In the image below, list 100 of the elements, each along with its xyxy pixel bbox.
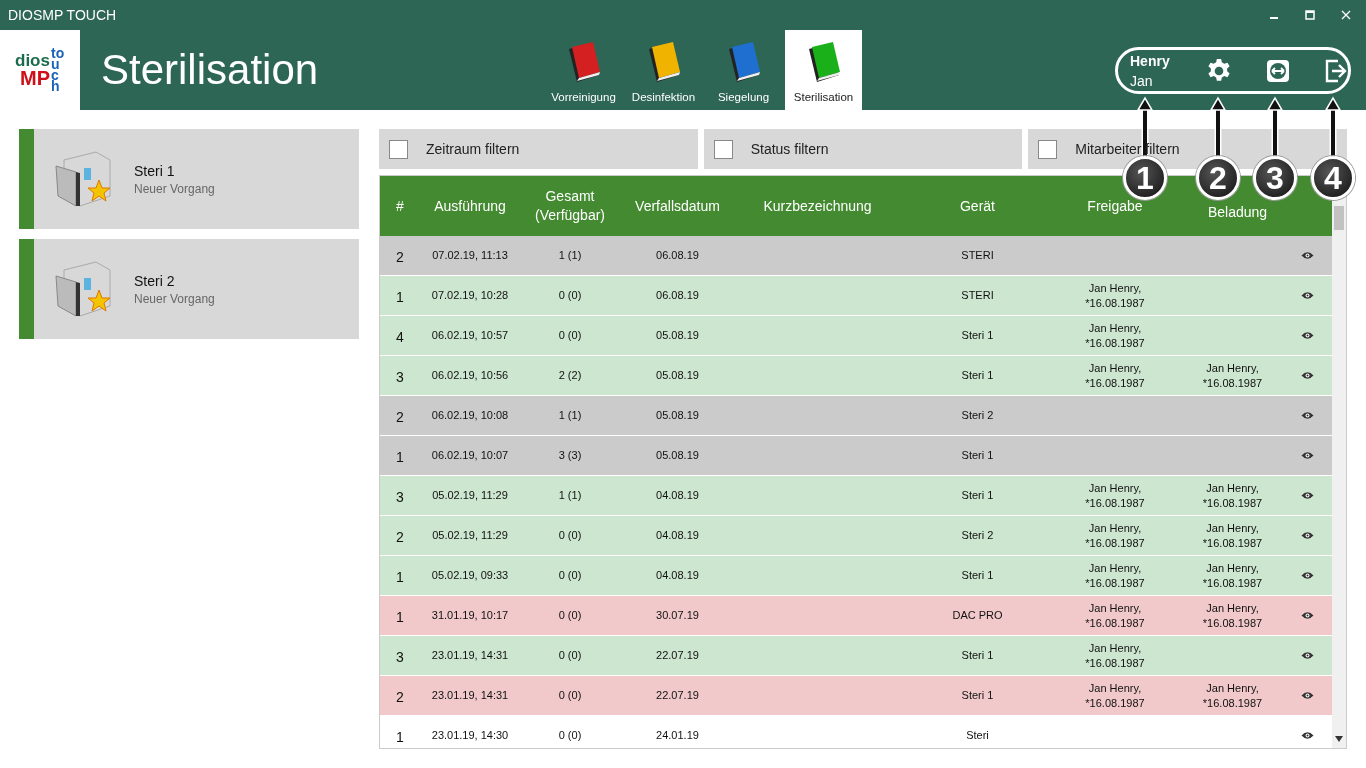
table-cell-text: 1 xyxy=(395,449,405,465)
column-header[interactable]: Kurzbezeichnung xyxy=(763,196,872,216)
table-cell-text: Jan Henry, *16.08.1987 xyxy=(1084,680,1146,711)
eye-icon[interactable] xyxy=(1301,611,1314,620)
table-cell-text: Jan Henry, *16.08.1987 xyxy=(1201,560,1264,591)
table-cell-text: Jan Henry, *16.08.1987 xyxy=(1084,560,1146,591)
module-tab[interactable]: Siegelung xyxy=(705,30,782,110)
table-cell-text: 3 xyxy=(395,489,405,505)
table-cell-text: Steri 1 xyxy=(960,568,995,583)
eye-icon[interactable] xyxy=(1301,291,1314,300)
table-cell-text: 23.01.19, 14:31 xyxy=(430,648,510,663)
table-cell-text: 2 xyxy=(395,409,405,425)
table-row[interactable]: 3 05.02.19, 11:29 1 (1) 04.08.19 Steri 1 Jan Henry, *16.08.1987 Jan Henry, *16.08.1987 xyxy=(380,476,1332,516)
filter-label: Zeitraum filtern xyxy=(426,141,520,157)
settings-icon[interactable] xyxy=(1206,57,1232,84)
scroll-down-icon[interactable] xyxy=(1335,736,1343,742)
checkbox[interactable] xyxy=(713,139,733,159)
eye-icon[interactable] xyxy=(1301,331,1314,340)
table-cell-text: Steri xyxy=(965,728,990,743)
table-cell-text: 3 xyxy=(395,649,405,665)
table-cell-text: 04.08.19 xyxy=(655,488,700,503)
column-header[interactable]: Ausführung xyxy=(434,196,506,216)
callout-arrow xyxy=(1209,96,1227,157)
table-cell-text: 0 (0) xyxy=(557,568,583,583)
logout-icon[interactable] xyxy=(1324,58,1348,83)
table-row[interactable]: 2 07.02.19, 11:13 1 (1) 06.08.19 STERI xyxy=(380,236,1332,276)
filter-label: Status filtern xyxy=(750,141,829,157)
table-cell-text: 3 (3) xyxy=(557,448,583,463)
module-tab[interactable]: Vorreinigung xyxy=(545,30,622,110)
column-header[interactable]: Gerät xyxy=(960,196,995,216)
eye-icon[interactable] xyxy=(1301,491,1314,500)
device-status: Neuer Vorgang xyxy=(134,291,215,306)
table-cell-text: Jan Henry, *16.08.1987 xyxy=(1084,520,1146,551)
eye-icon[interactable] xyxy=(1301,691,1314,700)
eye-icon[interactable] xyxy=(1301,251,1314,260)
user-first-name: Jan xyxy=(1130,71,1154,91)
table-cell-text: 1 xyxy=(395,729,405,745)
table-row[interactable]: 2 06.02.19, 10:08 1 (1) 05.08.19 Steri 2 xyxy=(380,396,1332,436)
user-last-name: Henry xyxy=(1130,51,1171,71)
table-row[interactable]: 2 23.01.19, 14:31 0 (0) 22.07.19 Steri 1 Jan Henry, *16.08.1987 Jan Henry, *16.08.1987 xyxy=(380,676,1332,716)
table-cell-text: Steri 1 xyxy=(960,688,995,703)
table-row[interactable]: 4 06.02.19, 10:57 0 (0) 05.08.19 Steri 1 Jan Henry, *16.08.1987 xyxy=(380,316,1332,356)
table-row[interactable]: 1 06.02.19, 10:07 3 (3) 05.08.19 Steri 1 xyxy=(380,436,1332,476)
module-tab[interactable]: Sterilisation xyxy=(785,30,862,110)
table-row[interactable]: 3 06.02.19, 10:56 2 (2) 05.08.19 Steri 1 Jan Henry, *16.08.1987 Jan Henry, *16.08.1987 xyxy=(380,356,1332,396)
eye-icon[interactable] xyxy=(1301,371,1314,380)
table-cell-text: 1 xyxy=(395,289,405,305)
scrollbar-thumb[interactable] xyxy=(1334,206,1344,230)
table-cell-text: 30.07.19 xyxy=(655,608,700,623)
filter-toggle[interactable]: Zeitraum filtern xyxy=(379,129,698,169)
table-cell-text: 4 xyxy=(395,329,405,345)
checkbox[interactable] xyxy=(1038,139,1058,159)
table-cell-text: 06.02.19, 10:07 xyxy=(430,448,510,463)
table-row[interactable]: 1 05.02.19, 09:33 0 (0) 04.08.19 Steri 1 Jan Henry, *16.08.1987 Jan Henry, *16.08.1987 xyxy=(380,556,1332,596)
table-row[interactable]: 2 05.02.19, 11:29 0 (0) 04.08.19 Steri 2 Jan Henry, *16.08.1987 Jan Henry, *16.08.1987 xyxy=(380,516,1332,556)
table-cell-text: Steri 1 xyxy=(960,368,995,383)
module-tab[interactable]: Desinfektion xyxy=(625,30,702,110)
table-cell-text: 05.08.19 xyxy=(655,408,700,423)
table-cell-text: 24.01.19 xyxy=(655,728,700,743)
eye-icon[interactable] xyxy=(1301,571,1314,580)
maximize-icon[interactable] xyxy=(1304,9,1316,21)
eye-icon[interactable] xyxy=(1301,451,1314,460)
table-cell-text: Jan Henry, *16.08.1987 xyxy=(1084,360,1146,391)
eye-icon[interactable] xyxy=(1301,651,1314,660)
eye-icon[interactable] xyxy=(1301,411,1314,420)
device-card[interactable]: Steri 2 Neuer Vorgang xyxy=(19,239,359,339)
device-status: Neuer Vorgang xyxy=(134,181,215,196)
checkbox[interactable] xyxy=(389,139,408,159)
device-name: Steri 2 xyxy=(134,272,176,289)
filter-toggle[interactable]: Status filtern xyxy=(703,129,1023,169)
table-cell-text: 07.02.19, 11:13 xyxy=(431,248,509,263)
column-header[interactable]: Gesamt (Verfügbar) xyxy=(534,187,605,225)
column-header[interactable]: Beladung xyxy=(1207,202,1268,222)
remote-arrows-icon[interactable] xyxy=(1266,58,1290,83)
table-cell-text: 1 xyxy=(395,569,405,585)
table-cell-text: 07.02.19, 10:28 xyxy=(430,288,510,303)
callout-arrow xyxy=(1266,96,1284,157)
callout-number: 4 xyxy=(1311,156,1355,200)
table-cell-text: 06.08.19 xyxy=(655,288,700,303)
column-header[interactable]: Verfallsdatum xyxy=(635,196,720,216)
table-row[interactable]: 3 23.01.19, 14:31 0 (0) 22.07.19 Steri 1 Jan Henry, *16.08.1987 xyxy=(380,636,1332,676)
column-header[interactable]: # xyxy=(396,196,404,216)
device-card[interactable]: Steri 1 Neuer Vorgang xyxy=(19,129,359,229)
eye-icon[interactable] xyxy=(1301,731,1314,740)
table-row[interactable]: 1 31.01.19, 10:17 0 (0) 30.07.19 DAC PRO Jan Henry, *16.08.1987 Jan Henry, *16.08.1987 xyxy=(380,596,1332,636)
table-cell-text: Jan Henry, *16.08.1987 xyxy=(1201,680,1264,711)
table-cell-text: 22.07.19 xyxy=(655,688,700,703)
table-cell-text: Jan Henry, *16.08.1987 xyxy=(1201,520,1264,551)
table-cell-text: 05.08.19 xyxy=(655,328,700,343)
close-icon[interactable] xyxy=(1340,9,1352,21)
table-cell-text: 05.02.19, 11:29 xyxy=(431,528,509,543)
table-cell-text: 0 (0) xyxy=(557,608,583,623)
callout-arrow xyxy=(1324,96,1342,157)
table-row[interactable]: 1 07.02.19, 10:28 0 (0) 06.08.19 STERI Jan Henry, *16.08.1987 xyxy=(380,276,1332,316)
eye-icon[interactable] xyxy=(1301,531,1314,540)
sterilizer-star-icon xyxy=(54,150,114,208)
table-cell-text: Steri 2 xyxy=(960,528,995,543)
table-cell-text: Steri 1 xyxy=(960,488,995,503)
table-cell-text: 23.01.19, 14:31 xyxy=(430,688,510,703)
table-cell-text: 0 (0) xyxy=(557,688,583,703)
